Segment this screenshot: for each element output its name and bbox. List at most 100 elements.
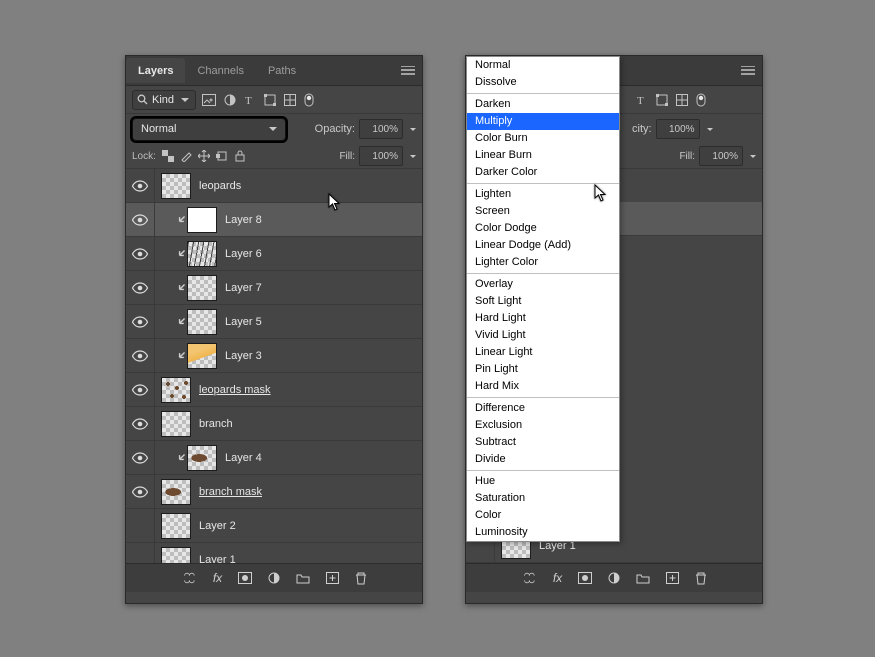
layer-thumbnail[interactable] xyxy=(161,479,191,505)
visibility-toggle[interactable] xyxy=(126,339,155,372)
blend-mode-option[interactable]: Color Dodge xyxy=(467,220,619,237)
layer-name[interactable]: leopards mask xyxy=(199,384,271,396)
layer-thumbnail[interactable] xyxy=(187,275,217,301)
panel-menu-button[interactable] xyxy=(734,56,762,85)
blend-mode-option[interactable]: Subtract xyxy=(467,434,619,451)
fill-input[interactable]: 100% xyxy=(699,146,743,166)
layer-name[interactable]: Layer 2 xyxy=(199,520,236,532)
blend-mode-option[interactable]: Saturation xyxy=(467,490,619,507)
blend-mode-option[interactable]: Pin Light xyxy=(467,361,619,378)
blend-mode-option[interactable]: Multiply xyxy=(467,113,619,130)
link-layers-icon[interactable] xyxy=(181,572,197,584)
chevron-down-icon[interactable] xyxy=(707,128,713,131)
layer-name[interactable]: branch xyxy=(199,418,233,430)
filter-smart-icon[interactable] xyxy=(676,94,688,106)
layer-thumbnail[interactable] xyxy=(187,343,217,369)
visibility-toggle[interactable] xyxy=(126,237,155,270)
group-icon[interactable] xyxy=(636,572,650,584)
tab-layers[interactable]: Layers xyxy=(126,58,185,83)
filter-pixel-icon[interactable] xyxy=(202,94,216,106)
blend-mode-option[interactable]: Darker Color xyxy=(467,164,619,181)
visibility-toggle[interactable] xyxy=(126,373,155,406)
new-layer-icon[interactable] xyxy=(666,572,679,584)
blend-mode-option[interactable]: Color Burn xyxy=(467,130,619,147)
layer-name[interactable]: Layer 8 xyxy=(225,214,262,226)
blend-mode-option[interactable]: Linear Light xyxy=(467,344,619,361)
visibility-toggle[interactable] xyxy=(126,509,155,542)
link-layers-icon[interactable] xyxy=(521,572,537,584)
layer-row[interactable]: Layer 2 xyxy=(126,509,422,543)
filter-smart-icon[interactable] xyxy=(284,94,296,106)
layer-row[interactable]: branch mask xyxy=(126,475,422,509)
blend-mode-menu[interactable]: NormalDissolveDarkenMultiplyColor BurnLi… xyxy=(466,56,620,542)
layer-row[interactable]: Layer 8 xyxy=(126,203,422,237)
chevron-down-icon[interactable] xyxy=(410,128,416,131)
delete-icon[interactable] xyxy=(355,572,367,585)
lock-artboard-icon[interactable] xyxy=(216,150,228,162)
layer-row[interactable]: Layer 5 xyxy=(126,305,422,339)
blend-mode-option[interactable]: Overlay xyxy=(467,276,619,293)
blend-mode-option[interactable]: Screen xyxy=(467,203,619,220)
blend-mode-option[interactable]: Exclusion xyxy=(467,417,619,434)
layer-name[interactable]: Layer 3 xyxy=(225,350,262,362)
layer-row[interactable]: Layer 7 xyxy=(126,271,422,305)
filter-type-icon[interactable]: T xyxy=(636,94,648,106)
filter-type-icon[interactable]: T xyxy=(244,94,256,106)
blend-mode-option[interactable]: Darken xyxy=(467,96,619,113)
filter-adjust-icon[interactable] xyxy=(224,94,236,106)
layer-row[interactable]: branch xyxy=(126,407,422,441)
layer-thumbnail[interactable] xyxy=(161,173,191,199)
visibility-toggle[interactable] xyxy=(126,543,155,563)
chevron-down-icon[interactable] xyxy=(410,155,416,158)
layer-name[interactable]: Layer 6 xyxy=(225,248,262,260)
visibility-toggle[interactable] xyxy=(126,441,155,474)
layer-name[interactable]: Layer 4 xyxy=(225,452,262,464)
visibility-toggle[interactable] xyxy=(126,203,155,236)
layer-thumbnail[interactable] xyxy=(187,309,217,335)
group-icon[interactable] xyxy=(296,572,310,584)
layer-list[interactable]: leopards Layer 8 Layer 6 Layer 7 Layer 5 Laye… xyxy=(126,169,422,563)
blend-mode-option[interactable]: Hard Mix xyxy=(467,378,619,395)
layer-thumbnail[interactable] xyxy=(161,513,191,539)
blend-mode-option[interactable]: Hue xyxy=(467,473,619,490)
layer-name[interactable]: Layer 1 xyxy=(199,554,236,564)
new-layer-icon[interactable] xyxy=(326,572,339,584)
layer-thumbnail[interactable] xyxy=(187,207,217,233)
lock-all-icon[interactable] xyxy=(234,150,246,162)
delete-icon[interactable] xyxy=(695,572,707,585)
layer-row[interactable]: Layer 6 xyxy=(126,237,422,271)
layer-row[interactable]: leopards xyxy=(126,169,422,203)
layer-name[interactable]: Layer 7 xyxy=(225,282,262,294)
blend-mode-option[interactable]: Hard Light xyxy=(467,310,619,327)
blend-mode-option[interactable]: Lighter Color xyxy=(467,254,619,271)
adjustment-icon[interactable] xyxy=(268,572,280,584)
layer-thumbnail[interactable] xyxy=(161,411,191,437)
fx-icon[interactable]: fx xyxy=(553,571,562,585)
blend-mode-option[interactable]: Linear Burn xyxy=(467,147,619,164)
blend-mode-option[interactable]: Divide xyxy=(467,451,619,468)
panel-menu-button[interactable] xyxy=(394,56,422,85)
layer-row[interactable]: leopards mask xyxy=(126,373,422,407)
layer-row[interactable]: Layer 1 xyxy=(126,543,422,563)
lock-transparent-icon[interactable] xyxy=(162,150,174,162)
lock-pixels-icon[interactable] xyxy=(180,150,192,162)
blend-mode-option[interactable]: Linear Dodge (Add) xyxy=(467,237,619,254)
blend-mode-option[interactable]: Luminosity xyxy=(467,524,619,541)
visibility-toggle[interactable] xyxy=(126,271,155,304)
blend-mode-option[interactable]: Normal xyxy=(467,57,619,74)
fx-icon[interactable]: fx xyxy=(213,571,222,585)
layer-name[interactable]: branch mask xyxy=(199,486,262,498)
mask-icon[interactable] xyxy=(578,572,592,584)
visibility-toggle[interactable] xyxy=(126,475,155,508)
tab-channels[interactable]: Channels xyxy=(185,58,255,83)
filter-shape-icon[interactable] xyxy=(656,94,668,106)
blend-mode-option[interactable]: Lighten xyxy=(467,186,619,203)
opacity-input[interactable]: 100% xyxy=(656,119,700,139)
layer-thumbnail[interactable] xyxy=(187,445,217,471)
visibility-toggle[interactable] xyxy=(126,169,155,202)
blend-mode-option[interactable]: Difference xyxy=(467,400,619,417)
fill-input[interactable]: 100% xyxy=(359,146,403,166)
layer-name[interactable]: leopards xyxy=(199,180,241,192)
layer-name[interactable]: Layer 5 xyxy=(225,316,262,328)
filter-toggle-icon[interactable] xyxy=(696,93,706,107)
